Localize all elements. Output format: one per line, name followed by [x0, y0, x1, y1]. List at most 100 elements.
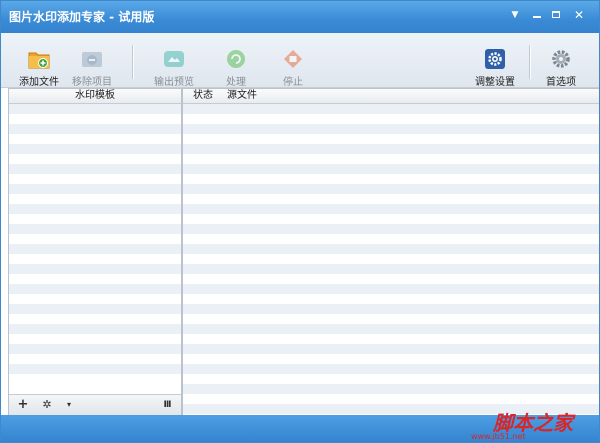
empty-row: [9, 364, 181, 374]
template-toolbar: + ✲ ▾ III: [9, 394, 181, 415]
empty-row: [183, 144, 599, 154]
remove-item-label: 移除项目: [72, 77, 112, 88]
empty-row: [183, 254, 599, 264]
preferences-button[interactable]: 首选项: [533, 35, 589, 88]
empty-row: [9, 154, 181, 164]
stop-label: 停止: [283, 77, 303, 88]
stop-button[interactable]: 停止: [265, 35, 321, 88]
empty-row: [183, 114, 599, 124]
empty-row: [9, 284, 181, 294]
remove-icon: [82, 52, 102, 67]
empty-row: [183, 164, 599, 174]
stop-icon: [284, 50, 302, 68]
empty-row: [183, 324, 599, 334]
empty-row: [183, 314, 599, 324]
empty-row: [183, 104, 599, 114]
empty-row: [9, 294, 181, 304]
title-bar[interactable]: 图片水印添加专家 - 试用版 ▼ ✕: [1, 1, 599, 33]
file-list[interactable]: [183, 104, 599, 415]
remove-item-button[interactable]: 移除项目: [64, 35, 120, 88]
empty-row: [183, 124, 599, 134]
empty-row: [183, 364, 599, 374]
process-icon: [227, 50, 245, 68]
pin-icon[interactable]: ▼: [505, 7, 525, 23]
toolbar-separator: [529, 45, 531, 79]
column-view-icon[interactable]: III: [159, 397, 175, 413]
empty-row: [9, 124, 181, 134]
empty-row: [183, 224, 599, 234]
empty-row: [9, 234, 181, 244]
preferences-label: 首选项: [546, 77, 576, 88]
empty-row: [9, 354, 181, 364]
empty-row: [9, 104, 181, 114]
add-file-button[interactable]: 添加文件: [11, 35, 67, 88]
file-list-panel[interactable]: 状态 源文件: [182, 88, 599, 416]
empty-row: [183, 354, 599, 364]
add-file-label: 添加文件: [19, 77, 59, 88]
empty-row: [9, 134, 181, 144]
watermark-template-header[interactable]: 水印模板: [9, 89, 181, 104]
empty-row: [183, 284, 599, 294]
process-button[interactable]: 处理: [208, 35, 264, 88]
empty-row: [9, 334, 181, 344]
empty-row: [183, 184, 599, 194]
empty-row: [9, 314, 181, 324]
empty-row: [9, 144, 181, 154]
empty-row: [9, 114, 181, 124]
empty-row: [183, 214, 599, 224]
empty-row: [9, 374, 181, 384]
empty-row: [183, 234, 599, 244]
empty-row: [9, 344, 181, 354]
close-icon[interactable]: ✕: [569, 7, 589, 23]
empty-row: [9, 194, 181, 204]
empty-row: [9, 324, 181, 334]
empty-row: [9, 274, 181, 284]
empty-row: [183, 174, 599, 184]
preferences-gear-icon: [552, 50, 570, 68]
app-window: 图片水印添加专家 - 试用版 ▼ ✕ 添加文件 移除项目 输出预览 处理 停止 …: [0, 0, 600, 443]
process-label: 处理: [226, 77, 246, 88]
empty-row: [183, 244, 599, 254]
empty-row: [9, 164, 181, 174]
watermark-url: www.jb51.net: [471, 432, 526, 441]
empty-row: [9, 264, 181, 274]
empty-row: [9, 304, 181, 314]
chevron-down-icon[interactable]: ▾: [63, 397, 75, 413]
output-preview-label: 输出预览: [154, 77, 194, 88]
empty-row: [9, 214, 181, 224]
folder-add-icon: [28, 52, 50, 69]
empty-row: [183, 344, 599, 354]
template-settings-icon[interactable]: ✲: [39, 397, 55, 413]
add-template-button[interactable]: +: [15, 397, 31, 413]
maximize-icon[interactable]: [547, 7, 567, 23]
template-list[interactable]: [9, 104, 181, 384]
empty-row: [183, 194, 599, 204]
adjust-settings-label: 调整设置: [475, 77, 515, 88]
minimize-icon[interactable]: [527, 7, 547, 23]
empty-row: [183, 374, 599, 384]
column-source-file[interactable]: 源文件: [222, 89, 599, 104]
empty-row: [9, 224, 181, 234]
empty-row: [183, 384, 599, 394]
adjust-settings-button[interactable]: 调整设置: [467, 35, 523, 88]
empty-row: [183, 304, 599, 314]
empty-row: [9, 174, 181, 184]
settings-gear-icon: [485, 49, 505, 69]
site-watermark: 脚本之家 www.jb51.net: [471, 405, 599, 441]
preview-icon: [164, 51, 184, 67]
output-preview-button[interactable]: 输出预览: [146, 35, 202, 88]
empty-row: [183, 274, 599, 284]
empty-row: [183, 294, 599, 304]
empty-row: [183, 154, 599, 164]
toolbar-separator: [132, 45, 134, 79]
empty-row: [183, 394, 599, 404]
empty-row: [9, 204, 181, 214]
empty-row: [183, 134, 599, 144]
empty-row: [9, 254, 181, 264]
empty-row: [183, 204, 599, 214]
empty-row: [9, 184, 181, 194]
watermark-template-panel[interactable]: 水印模板 + ✲ ▾ III: [8, 88, 182, 416]
empty-row: [183, 334, 599, 344]
window-title: 图片水印添加专家 - 试用版: [9, 10, 155, 24]
empty-row: [9, 244, 181, 254]
